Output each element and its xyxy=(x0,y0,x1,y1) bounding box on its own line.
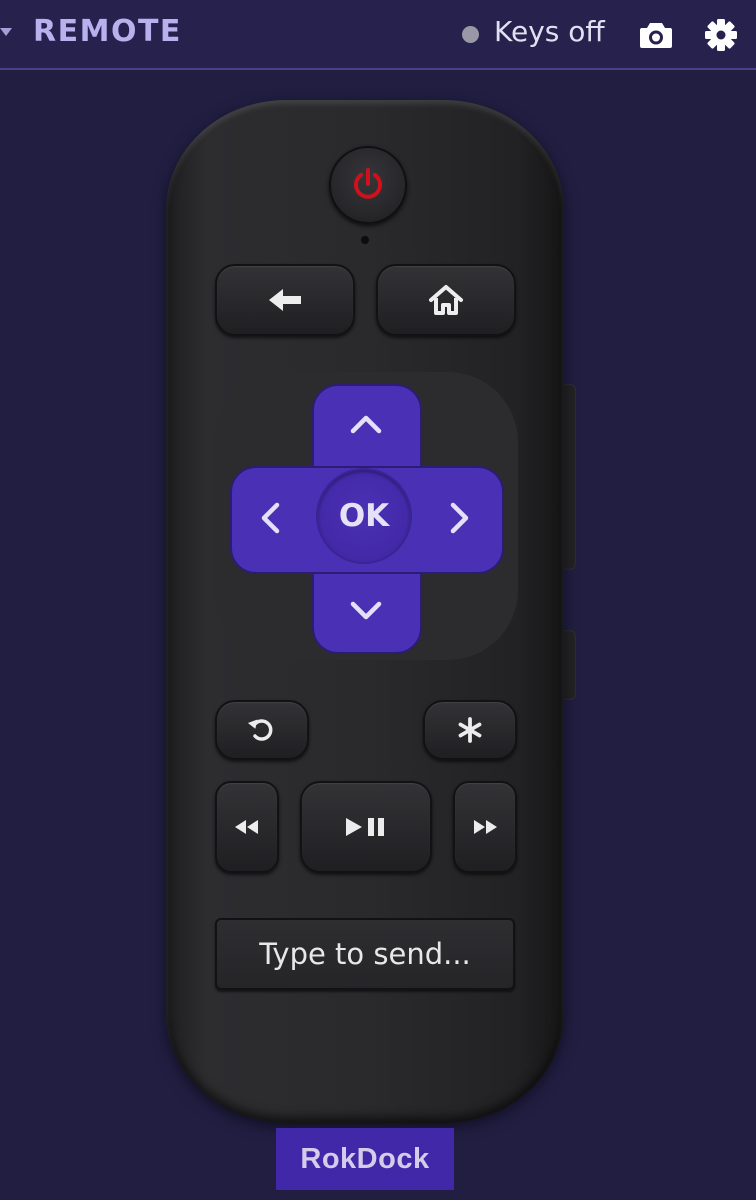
brand-logo: RokDock xyxy=(276,1128,454,1190)
type-to-send-input[interactable]: Type to send... xyxy=(215,918,515,990)
camera-icon[interactable] xyxy=(639,19,673,51)
rewind-icon xyxy=(235,820,258,834)
asterisk-icon xyxy=(458,717,482,743)
keys-status-text: Keys off xyxy=(494,15,605,48)
home-icon xyxy=(429,285,463,315)
remote-panel-header: REMOTE Keys off xyxy=(0,0,756,70)
back-arrow-icon xyxy=(269,289,301,311)
home-button[interactable] xyxy=(376,264,516,336)
power-button[interactable] xyxy=(329,146,407,224)
ok-button[interactable]: OK xyxy=(318,470,410,562)
rewind-button[interactable] xyxy=(215,781,279,873)
fast-forward-icon xyxy=(474,820,497,834)
dpad-up-button[interactable] xyxy=(346,410,386,438)
play-pause-icon xyxy=(346,818,384,836)
dpad-left-button[interactable] xyxy=(256,498,284,538)
keys-status-indicator xyxy=(462,26,479,43)
chevron-down-icon[interactable] xyxy=(0,28,12,38)
gear-icon[interactable] xyxy=(703,17,739,53)
dpad-down-button[interactable] xyxy=(346,596,386,624)
dpad-right-button[interactable] xyxy=(446,498,474,538)
options-button[interactable] xyxy=(423,700,517,760)
panel-title: REMOTE xyxy=(33,14,182,49)
back-button[interactable] xyxy=(215,264,355,336)
microphone-dot xyxy=(361,236,369,244)
replay-icon xyxy=(247,719,273,741)
play-pause-button[interactable] xyxy=(300,781,432,873)
fast-forward-button[interactable] xyxy=(453,781,517,873)
power-icon xyxy=(354,168,382,199)
instant-replay-button[interactable] xyxy=(215,700,309,760)
